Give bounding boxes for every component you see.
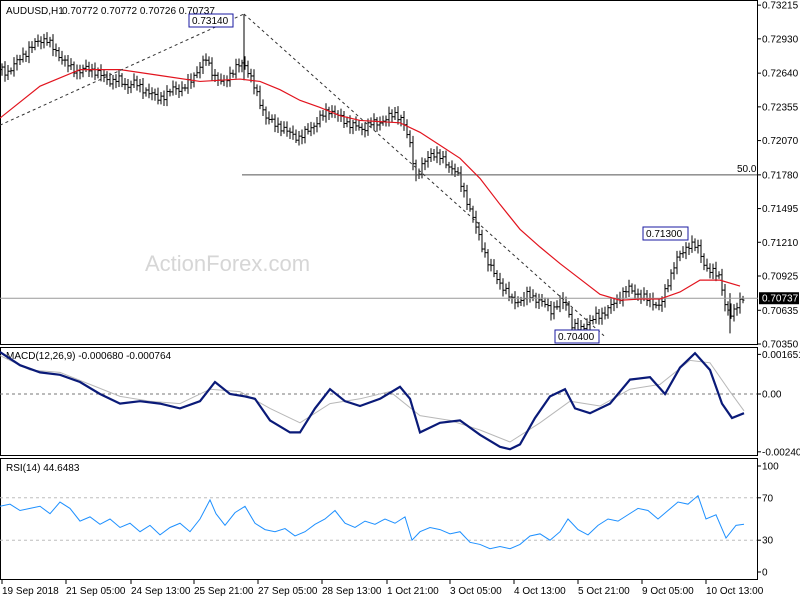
x-tick-label: 27 Sep 05:00 <box>258 586 318 597</box>
current-price-label: 0.70737 <box>762 294 799 305</box>
price-y-tick-label: 0.71210 <box>762 238 799 249</box>
x-tick-label: 10 Oct 13:00 <box>706 586 764 597</box>
price-annotation-label: 0.71300 <box>646 229 683 240</box>
rsi-y-tick-label: 70 <box>762 493 774 504</box>
x-tick-label: 9 Oct 05:00 <box>642 586 694 597</box>
rsi-y-tick-label: 0 <box>762 568 768 579</box>
price-y-tick-label: 0.72070 <box>762 136 799 147</box>
x-tick-label: 1 Oct 21:00 <box>387 586 439 597</box>
fib-level-label: 50.0 <box>737 164 757 175</box>
macd-y-tick-label: 0.00 <box>762 390 782 401</box>
watermark-text: ActionForex.com <box>145 251 310 276</box>
x-tick-label: 21 Sep 05:00 <box>66 586 126 597</box>
price-y-tick-label: 0.70350 <box>762 340 799 351</box>
price-annotation-label: 0.73140 <box>192 16 229 27</box>
x-tick-label: 5 Oct 21:00 <box>578 586 630 597</box>
macd-header: MACD(12,26,9) -0.000680 -0.000764 <box>6 351 172 362</box>
price-y-tick-label: 0.71780 <box>762 170 799 181</box>
rsi-y-tick-label: 30 <box>762 536 774 547</box>
chart-header-symbol: AUDUSD,H1 <box>6 6 64 17</box>
price-y-tick-label: 0.73215 <box>762 1 799 12</box>
rsi-y-tick-label: 100 <box>762 462 779 473</box>
chart-background <box>0 0 800 600</box>
price-y-tick-label: 0.70925 <box>762 271 799 282</box>
price-y-tick-label: 0.72640 <box>762 69 799 80</box>
chart-canvas: ActionForex.com AUDUSD,H1 0.70772 0.7077… <box>0 0 800 600</box>
x-tick-label: 25 Sep 21:00 <box>194 586 254 597</box>
price-annotation-label: 0.70400 <box>558 332 595 343</box>
price-y-tick-label: 0.70635 <box>762 306 799 317</box>
price-y-tick-label: 0.71495 <box>762 204 799 215</box>
macd-y-tick-label: 0.001651 <box>762 350 800 361</box>
rsi-header: RSI(14) 44.6483 <box>6 463 80 474</box>
x-tick-label: 3 Oct 05:00 <box>450 586 502 597</box>
price-y-tick-label: 0.72355 <box>762 102 799 113</box>
macd-y-tick-label: -0.002409 <box>762 447 800 458</box>
x-tick-label: 24 Sep 13:00 <box>131 586 191 597</box>
x-tick-label: 19 Sep 2018 <box>2 586 59 597</box>
price-y-tick-label: 0.72930 <box>762 34 799 45</box>
x-tick-label: 28 Sep 13:00 <box>322 586 382 597</box>
x-tick-label: 4 Oct 13:00 <box>514 586 566 597</box>
